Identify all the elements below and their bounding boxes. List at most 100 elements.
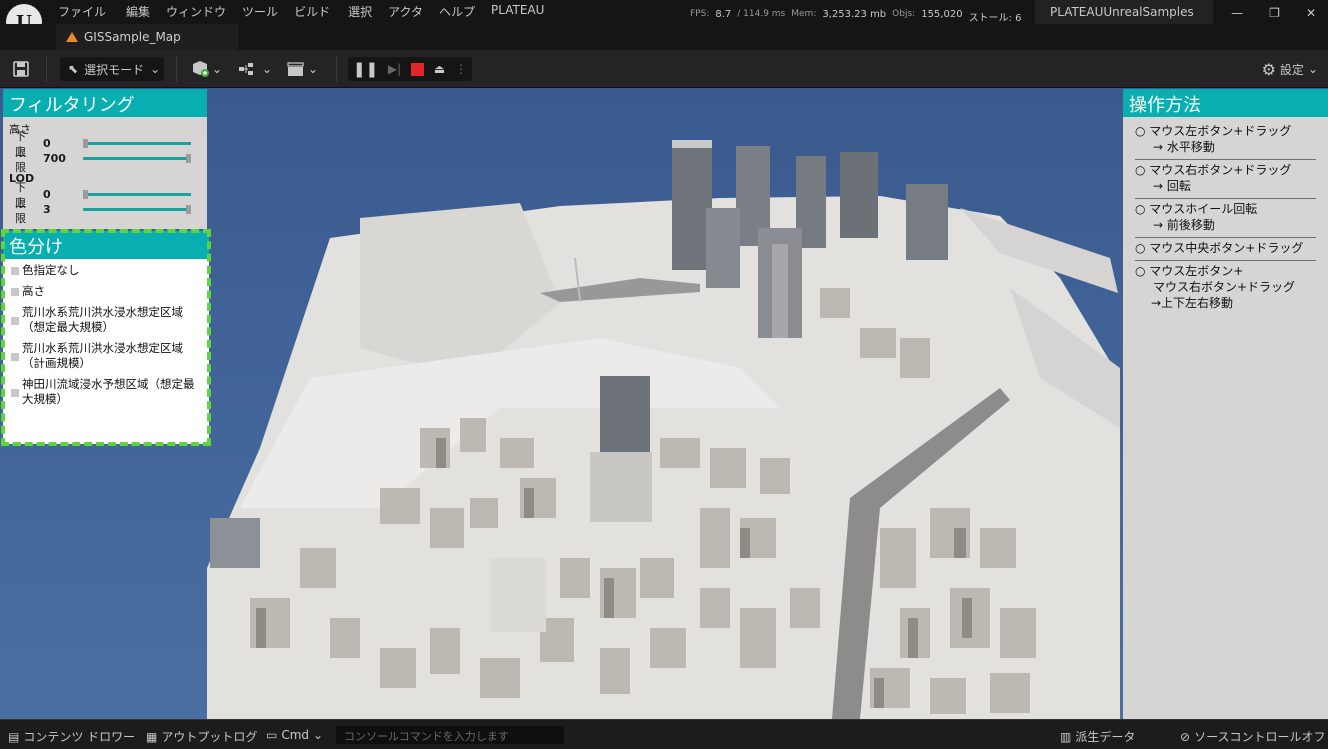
source-control-button[interactable]: ⊘ ソースコントロールオフ xyxy=(1180,728,1325,745)
menu-select[interactable]: 選択 xyxy=(348,3,372,20)
lod-max-slider[interactable] xyxy=(83,205,191,214)
height-min-value: 0 xyxy=(43,137,51,150)
menu-tools[interactable]: ツール xyxy=(242,3,278,20)
control-item: ○ マウス左ボタン+ マウス右ボタン+ドラッグ →上下左右移動 xyxy=(1135,264,1296,310)
lod-max-label: 上限 xyxy=(15,195,26,225)
menu-plateau[interactable]: PLATEAU xyxy=(491,3,544,20)
menu-build[interactable]: ビルド xyxy=(294,3,330,20)
lod-max-row: 上限 3 xyxy=(9,196,201,225)
terminal-icon: ▭ xyxy=(266,728,278,742)
select-mode-label: 選択モード xyxy=(84,62,145,77)
color-option-arakawa-max[interactable]: 荒川水系荒川洪水浸水想定区域（想定最大規模） xyxy=(11,305,203,335)
clapperboard-icon xyxy=(287,62,304,76)
height-min-slider[interactable] xyxy=(83,139,191,148)
save-icon[interactable] xyxy=(12,57,34,81)
slider-handle[interactable] xyxy=(186,205,191,214)
cmd-dropdown[interactable]: ▭ Cmd ⌄ xyxy=(266,728,323,742)
chevron-down-icon: ⌄ xyxy=(1307,62,1318,76)
restore-icon[interactable]: ❐ xyxy=(1269,6,1280,20)
menu-window[interactable]: ウィンドウ xyxy=(166,3,226,20)
console-command-input[interactable]: コンソールコマンドを入力します xyxy=(336,726,564,744)
more-options-icon[interactable]: ⋮ xyxy=(455,62,467,76)
map-tab-label: GISSample_Map xyxy=(84,30,181,44)
status-bar: ▤ コンテンツ ドロワー ▦ アウトプットログ ▭ Cmd ⌄ コンソールコマン… xyxy=(0,719,1328,749)
main-toolbar: ⬉ 選択モード ⌄ ⌄ ⌄ ⌄ ❚❚ ▶| ⏏ ⋮ ⚙ 設定 ⌄ xyxy=(0,50,1328,88)
fps-label: FPS: xyxy=(690,9,710,19)
ms-value: / 114.9 ms xyxy=(737,9,786,19)
add-actor-button[interactable]: ⌄ xyxy=(190,57,226,81)
checkbox[interactable] xyxy=(11,317,19,325)
control-item: ○ マウス中央ボタン+ドラッグ xyxy=(1135,238,1316,261)
play-controls: ❚❚ ▶| ⏏ ⋮ xyxy=(348,57,472,81)
menu-help[interactable]: ヘルプ xyxy=(439,3,475,20)
color-panel-title: 色分け xyxy=(3,231,209,259)
height-max-label: 上限 xyxy=(15,144,26,174)
color-option-arakawa-plan[interactable]: 荒川水系荒川洪水浸水想定区域（計画規模） xyxy=(11,341,203,371)
mem-label: Mem: xyxy=(791,9,817,19)
content-drawer-button[interactable]: ▤ コンテンツ ドロワー xyxy=(8,728,135,745)
stop-icon[interactable] xyxy=(411,62,425,76)
slider-handle[interactable] xyxy=(83,190,88,199)
slider-handle[interactable] xyxy=(186,154,191,163)
color-option-height[interactable]: 高さ xyxy=(11,284,203,299)
height-min-row: 下限 0 xyxy=(9,130,201,159)
title-bar: U ファイル 編集 ウィンドウ ツール ビルド 選択 アクタ ヘルプ PLATE… xyxy=(0,0,1328,40)
height-group-label: 高さ xyxy=(9,123,31,136)
filter-panel-title: フィルタリング xyxy=(3,89,207,117)
menu-actor[interactable]: アクタ xyxy=(388,3,423,20)
window-controls: — ❐ ✕ xyxy=(1231,6,1316,20)
menu-edit[interactable]: 編集 xyxy=(126,3,150,20)
color-coding-panel: 色分け 色指定なし 高さ 荒川水系荒川洪水浸水想定区域（想定最大規模） 荒川水系… xyxy=(1,229,211,446)
checkbox[interactable] xyxy=(11,389,19,397)
toolbar-divider xyxy=(176,56,177,82)
toolbar-divider xyxy=(336,56,337,82)
lod-min-slider[interactable] xyxy=(83,190,191,199)
select-mode-dropdown[interactable]: ⬉ 選択モード ⌄ xyxy=(60,57,164,81)
log-icon: ▦ xyxy=(146,729,158,744)
menu-file[interactable]: ファイル xyxy=(58,3,106,20)
height-max-value: 700 xyxy=(43,152,66,165)
objs-label: Objs: xyxy=(892,9,916,19)
lod-max-value: 3 xyxy=(43,203,51,216)
checkbox[interactable] xyxy=(11,288,19,296)
minimize-icon[interactable]: — xyxy=(1231,6,1243,20)
color-option-none[interactable]: 色指定なし xyxy=(11,263,203,278)
chevron-down-icon: ⌄ xyxy=(150,62,161,76)
color-option-kanda-max[interactable]: 神田川流域浸水予想区域（想定最大規模） xyxy=(11,377,203,407)
source-control-off-icon: ⊘ xyxy=(1180,729,1191,744)
step-icon[interactable]: ▶| xyxy=(388,62,401,76)
checkbox[interactable] xyxy=(11,267,19,275)
lod-group-label: LOD xyxy=(9,172,35,185)
settings-button[interactable]: ⚙ 設定 ⌄ xyxy=(1262,57,1318,81)
blueprint-icon xyxy=(239,63,253,75)
close-icon[interactable]: ✕ xyxy=(1306,6,1316,20)
cinematics-button[interactable]: ⌄ xyxy=(286,57,322,81)
controls-help-panel: 操作方法 ○ マウス左ボタン+ドラッグ → 水平移動 ○ マウス右ボタン+ドラッ… xyxy=(1123,89,1328,719)
blueprint-button[interactable]: ⌄ xyxy=(238,57,274,81)
checkbox[interactable] xyxy=(11,353,19,361)
add-actor-icon xyxy=(193,61,209,77)
chevron-down-icon: ⌄ xyxy=(313,728,324,742)
toolbar-divider xyxy=(46,56,47,82)
lod-min-value: 0 xyxy=(43,188,51,201)
output-log-button[interactable]: ▦ アウトプットログ xyxy=(146,728,257,745)
derived-data-button[interactable]: ▥ 派生データ xyxy=(1060,728,1135,745)
height-max-slider[interactable] xyxy=(83,154,191,163)
perf-stats: FPS: 8.7 / 114.9 ms Mem: 3,253.23 mb Obj… xyxy=(690,9,1021,24)
project-name-tab: PLATEAUUnrealSamples xyxy=(1035,0,1213,24)
folder-icon: ▤ xyxy=(8,729,20,744)
controls-panel-title: 操作方法 xyxy=(1123,89,1328,117)
objs-value: 155,020 xyxy=(921,9,963,20)
control-item: ○ マウス右ボタン+ドラッグ → 回転 xyxy=(1135,160,1316,199)
map-document-tab[interactable]: GISSample_Map xyxy=(56,24,238,50)
fps-value: 8.7 xyxy=(715,9,732,20)
stall-value: ストール: 6 xyxy=(968,13,1022,24)
control-item: ○ マウスホイール回転 → 前後移動 xyxy=(1135,199,1316,238)
slider-handle[interactable] xyxy=(83,139,88,148)
height-max-row: 上限 700 xyxy=(9,145,201,174)
eject-icon[interactable]: ⏏ xyxy=(434,62,445,76)
pause-icon[interactable]: ❚❚ xyxy=(353,60,378,78)
settings-label: 設定 xyxy=(1279,62,1304,77)
cursor-icon: ⬉ xyxy=(68,62,79,76)
gear-icon: ⚙ xyxy=(1261,59,1276,79)
